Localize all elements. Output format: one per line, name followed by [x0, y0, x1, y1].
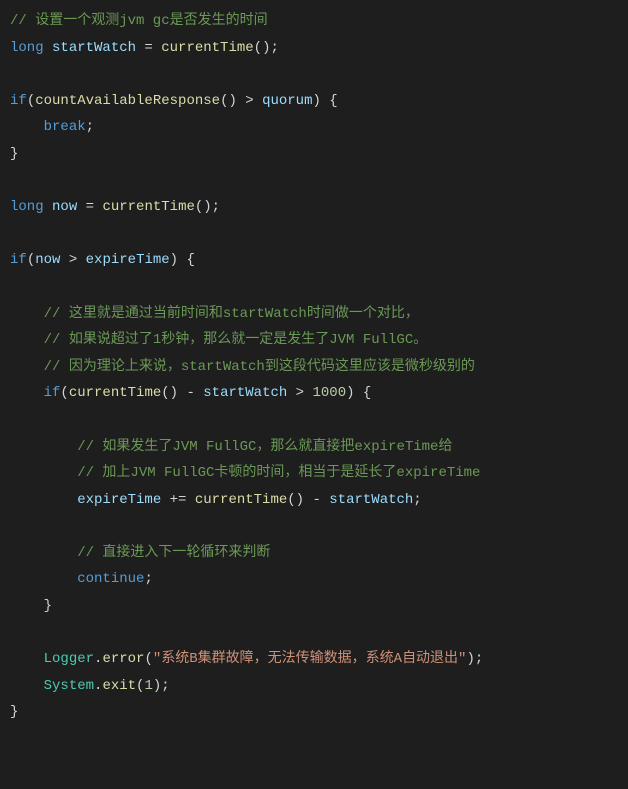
code-token: // 直接进入下一轮循环来判断	[77, 545, 270, 561]
code-token: error	[102, 651, 144, 667]
code-token	[44, 40, 52, 56]
code-token: break	[44, 119, 86, 135]
code-token: () -	[287, 492, 329, 508]
code-token: long	[10, 199, 44, 215]
code-token: ();	[254, 40, 279, 56]
code-token: now	[52, 199, 77, 215]
code-token: startWatch	[52, 40, 136, 56]
code-token: now	[35, 252, 60, 268]
code-token: expireTime	[77, 492, 161, 508]
code-token: >	[287, 385, 312, 401]
code-token: ;	[413, 492, 421, 508]
code-token: // 如果发生了JVM FullGC，那么就直接把expireTime给	[77, 439, 452, 455]
code-token: quorum	[262, 93, 312, 109]
code-token: expireTime	[86, 252, 170, 268]
code-token: if	[10, 93, 27, 109]
code-content: // 设置一个观测jvm gc是否发生的时间 long startWatch =…	[0, 0, 483, 734]
code-token: =	[77, 199, 102, 215]
code-token: }	[10, 146, 18, 162]
code-token	[10, 226, 18, 242]
code-token: 1000	[313, 385, 347, 401]
code-token	[10, 518, 18, 534]
code-token: 1	[144, 678, 152, 694]
code-token: ) {	[170, 252, 195, 268]
code-token: currentTime	[102, 199, 194, 215]
code-token	[10, 625, 18, 641]
code-token: // 这里就是通过当前时间和startWatch时间做一个对比，	[44, 306, 419, 322]
code-token: // 设置一个观测jvm gc是否发生的时间	[10, 13, 268, 29]
code-token: (	[144, 651, 152, 667]
code-token	[10, 279, 18, 295]
code-token: System	[44, 678, 94, 694]
code-token: );	[466, 651, 483, 667]
code-token	[10, 66, 18, 82]
code-token: continue	[77, 571, 144, 587]
code-token: // 加上JVM FullGC卡顿的时间，相当于是延长了expireTime	[77, 465, 480, 481]
code-token: );	[153, 678, 170, 694]
code-token: currentTime	[195, 492, 287, 508]
code-token: () -	[161, 385, 203, 401]
code-token: ) {	[346, 385, 371, 401]
code-token: exit	[102, 678, 136, 694]
code-token	[10, 412, 18, 428]
code-token: startWatch	[329, 492, 413, 508]
code-token	[10, 173, 18, 189]
code-token: currentTime	[161, 40, 253, 56]
code-token: }	[10, 704, 18, 720]
code-token: if	[10, 252, 27, 268]
code-token: if	[44, 385, 61, 401]
code-token: ;	[86, 119, 94, 135]
code-token	[44, 199, 52, 215]
code-token: }	[44, 598, 52, 614]
code-token: ) {	[313, 93, 338, 109]
code-token: (	[60, 385, 68, 401]
code-token: ();	[195, 199, 220, 215]
code-token: () >	[220, 93, 262, 109]
code-token: +=	[161, 492, 195, 508]
code-token: "系统B集群故障，无法传输数据，系统A自动退出"	[153, 651, 467, 667]
code-token: startWatch	[203, 385, 287, 401]
code-token: ;	[144, 571, 152, 587]
code-token: Logger	[44, 651, 94, 667]
code-token: // 因为理论上来说，startWatch到这段代码这里应该是微秒级别的	[44, 359, 475, 375]
code-block: // 设置一个观测jvm gc是否发生的时间 long startWatch =…	[0, 0, 628, 734]
code-token: >	[60, 252, 85, 268]
code-token: currentTime	[69, 385, 161, 401]
code-token: long	[10, 40, 44, 56]
code-token: =	[136, 40, 161, 56]
code-token: countAvailableResponse	[35, 93, 220, 109]
code-token: (	[27, 252, 35, 268]
code-token: (	[27, 93, 35, 109]
code-token: // 如果说超过了1秒钟，那么就一定是发生了JVM FullGC。	[44, 332, 428, 348]
